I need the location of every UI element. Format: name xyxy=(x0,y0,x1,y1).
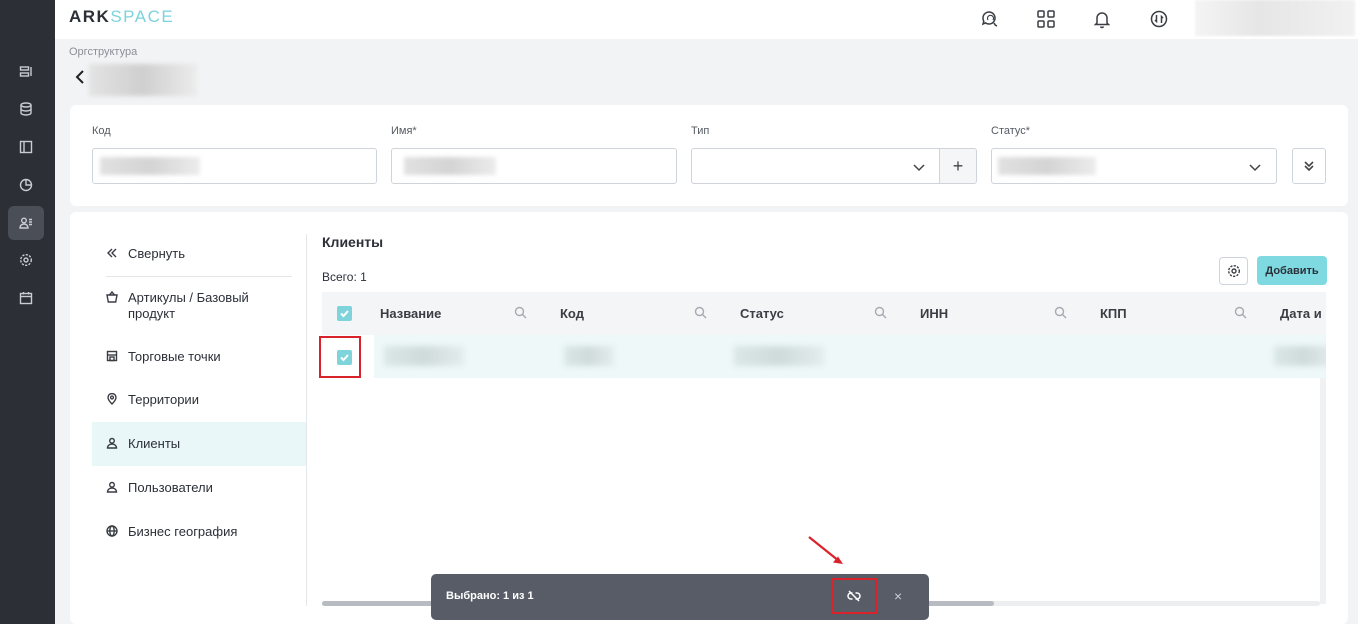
selection-count: Выбрано: 1 из 1 xyxy=(446,590,534,602)
related-entities-panel: Свернуть Артикулы / Базовый продукт Торг… xyxy=(70,212,1348,624)
cell-status xyxy=(734,346,824,366)
search-icon[interactable] xyxy=(874,306,888,320)
chart-icon[interactable] xyxy=(8,168,44,202)
cell-name xyxy=(384,346,464,366)
table-header: Название Код Статус ИНН КПП Дата и xyxy=(322,292,1326,335)
list-icon[interactable] xyxy=(8,55,44,89)
add-button[interactable]: Добавить xyxy=(1257,256,1327,285)
top-bar: ARKSPACE xyxy=(55,0,1358,39)
apps-grid-icon[interactable] xyxy=(1033,6,1059,32)
back-arrow-icon[interactable] xyxy=(73,68,87,86)
basket-icon xyxy=(106,290,120,305)
highlight-box xyxy=(319,336,361,378)
gear-icon[interactable] xyxy=(8,243,44,277)
calendar-icon[interactable] xyxy=(8,281,44,315)
sidebar-item-clients[interactable]: Клиенты xyxy=(92,422,306,466)
status-label: Статус* xyxy=(991,125,1031,137)
total-count: Всего: 1 xyxy=(322,270,367,284)
search-icon[interactable] xyxy=(694,306,708,320)
chevron-down-icon xyxy=(912,160,926,174)
expand-form-button[interactable] xyxy=(1292,148,1326,184)
users-icon[interactable] xyxy=(8,206,44,240)
column-header-date[interactable]: Дата и xyxy=(1280,306,1322,321)
code-field[interactable] xyxy=(92,148,377,184)
divider xyxy=(306,234,307,606)
user-icon xyxy=(106,481,120,495)
column-header-inn[interactable]: ИНН xyxy=(920,306,948,321)
globe-icon xyxy=(106,525,120,539)
close-icon[interactable]: × xyxy=(894,588,902,604)
annotation-arrow xyxy=(805,534,847,568)
cell-code xyxy=(564,346,614,366)
user-icon xyxy=(106,437,120,451)
section-title: Клиенты xyxy=(322,234,384,250)
bell-icon[interactable] xyxy=(1089,6,1115,32)
name-field[interactable] xyxy=(391,148,677,184)
collapse-sidebar-button[interactable]: Свернуть xyxy=(92,246,306,262)
vertical-scrollbar[interactable] xyxy=(1320,378,1326,604)
table-row[interactable] xyxy=(374,335,1326,378)
entity-form: Код Имя* Тип + Статус* xyxy=(70,105,1348,206)
double-chevron-left-icon xyxy=(106,247,120,261)
type-select[interactable] xyxy=(691,148,940,184)
user-profile[interactable] xyxy=(1195,0,1355,36)
select-all-checkbox[interactable] xyxy=(337,306,352,321)
add-type-button[interactable]: + xyxy=(939,148,977,184)
sidebar-item-territories[interactable]: Территории xyxy=(92,392,306,408)
column-header-name[interactable]: Название xyxy=(380,306,441,321)
column-header-code[interactable]: Код xyxy=(560,306,584,321)
search-icon[interactable] xyxy=(1234,306,1248,320)
status-select[interactable] xyxy=(991,148,1277,184)
table-settings-button[interactable] xyxy=(1219,257,1248,285)
database-icon[interactable] xyxy=(8,92,44,126)
sidebar-item-stores[interactable]: Торговые точки xyxy=(92,349,306,365)
app-logo[interactable]: ARKSPACE xyxy=(69,7,174,27)
page-title xyxy=(89,64,197,96)
search-icon[interactable] xyxy=(514,306,528,320)
sync-icon[interactable] xyxy=(1146,6,1172,32)
selection-toast: Выбрано: 1 из 1 × xyxy=(431,574,929,620)
support-chat-icon[interactable] xyxy=(977,6,1003,32)
sidebar-item-users[interactable]: Пользователи xyxy=(92,480,306,496)
type-label: Тип xyxy=(691,125,710,137)
map-pin-icon xyxy=(106,392,120,407)
divider xyxy=(106,276,292,277)
layout-icon[interactable] xyxy=(8,130,44,164)
column-header-status[interactable]: Статус xyxy=(740,306,784,321)
unlink-icon xyxy=(847,590,861,602)
gear-icon xyxy=(1227,264,1240,278)
sidebar-item-business-geography[interactable]: Бизнес география xyxy=(92,524,306,540)
search-icon[interactable] xyxy=(1054,306,1068,320)
breadcrumb[interactable]: Оргструктура xyxy=(69,46,137,58)
name-label: Имя* xyxy=(391,125,417,137)
sidebar-item-articles[interactable]: Артикулы / Базовый продукт xyxy=(92,290,306,324)
chevron-down-icon xyxy=(1248,160,1262,174)
column-header-kpp[interactable]: КПП xyxy=(1100,306,1127,321)
code-label: Код xyxy=(92,125,111,137)
unlink-button[interactable] xyxy=(831,578,877,614)
left-rail xyxy=(0,0,55,624)
cell-date xyxy=(1274,346,1326,366)
store-icon xyxy=(106,350,120,364)
